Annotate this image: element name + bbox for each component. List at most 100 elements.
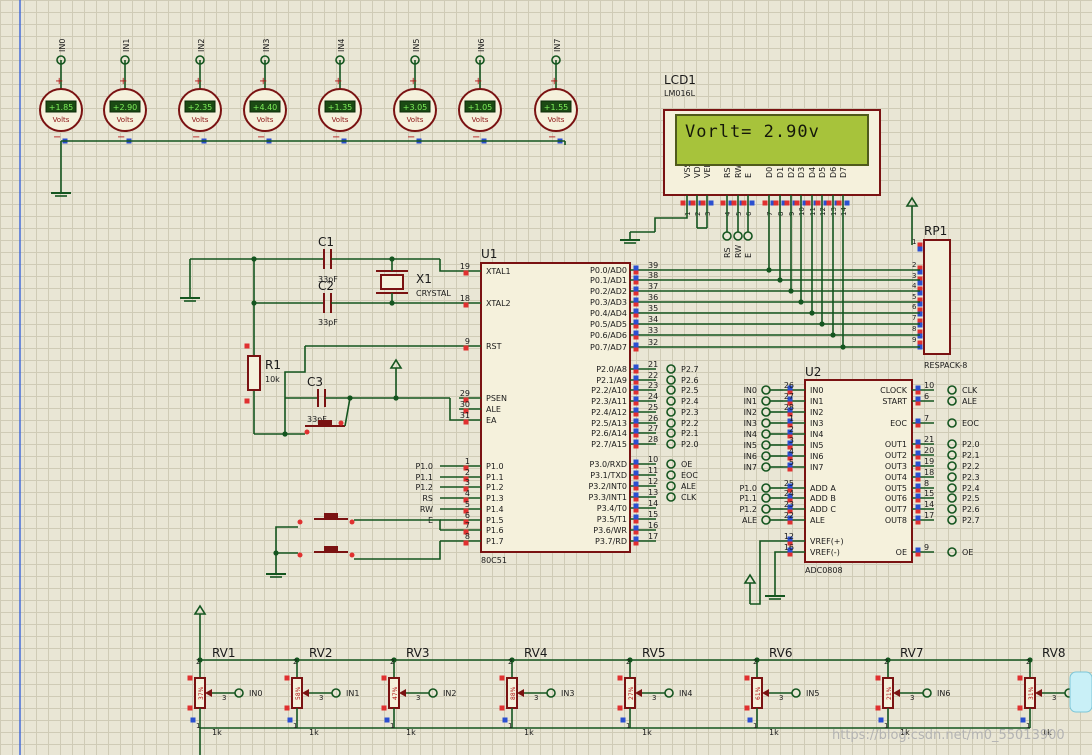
- lcd-ref: LCD1: [664, 73, 696, 87]
- u1-net-label: P1.1: [415, 473, 433, 482]
- ea-wire: [449, 398, 459, 421]
- net-terminal: [947, 396, 957, 406]
- u2-pin-name: OUT8: [885, 516, 907, 525]
- u2-pin-number: 10: [924, 381, 934, 390]
- u1-pin-number: 24: [648, 392, 658, 401]
- junction-dot: [766, 267, 772, 273]
- pot-pin-number: 2: [1026, 658, 1030, 666]
- u2-pin-name: VREF(+): [810, 537, 844, 546]
- u1-net-label: P2.4: [681, 397, 699, 406]
- pot-pin-number: 3: [416, 694, 420, 702]
- u2-pin-name: OUT3: [885, 462, 907, 471]
- u2-net-label: P2.6: [962, 505, 980, 514]
- pot-pin: [284, 705, 290, 711]
- pot-net-label: IN0: [249, 689, 262, 698]
- u1-pin-number: 26: [648, 414, 658, 423]
- voltmeter-label: IN2: [197, 39, 206, 52]
- net-terminal: [947, 418, 957, 428]
- u2-pin-name: IN2: [810, 408, 823, 417]
- u2-pin-number: 26: [784, 381, 794, 390]
- crystal-body: [380, 274, 404, 290]
- c3-ref: C3: [307, 375, 323, 389]
- voltmeter-unit: Volts: [407, 116, 424, 124]
- voltmeter-label: IN3: [262, 39, 271, 52]
- pot-pin: [1020, 717, 1026, 723]
- net-terminal: [666, 481, 676, 491]
- net-terminal: [666, 492, 676, 502]
- pot-percent: 37%: [198, 686, 205, 700]
- rp1-body: [923, 239, 951, 355]
- c2-value: 33pF: [318, 318, 338, 327]
- voltmeter-reading: +2.90: [113, 103, 138, 112]
- pot-pin-number: 3: [319, 694, 323, 702]
- pot-pin-number: 2: [390, 658, 394, 666]
- button1-cap: [324, 513, 338, 518]
- u1-pin-blue: [633, 418, 639, 424]
- plus-sign: +: [259, 76, 267, 87]
- net-terminal: [761, 462, 771, 472]
- u2-net-label: IN6: [744, 452, 757, 461]
- u2-pin-number: 6: [924, 392, 929, 401]
- voltmeter-reading: +4.40: [253, 103, 278, 112]
- net-terminal: [666, 364, 676, 374]
- u2-ref: U2: [805, 365, 821, 379]
- u2-net-label: P2.1: [962, 451, 980, 460]
- pot-pin-number: 2: [884, 658, 888, 666]
- lcd-pin-name: D6: [829, 167, 838, 178]
- pot-net-label: IN6: [937, 689, 950, 698]
- pot-terminal: [664, 688, 674, 698]
- u2-net-label: P2.5: [962, 494, 980, 503]
- u1-pin-blue: [633, 407, 639, 413]
- u1-net-label: P2.3: [681, 408, 699, 417]
- junction-dot: [777, 277, 783, 283]
- pot-pin: [381, 675, 387, 681]
- pot-wiper-arrow: [893, 689, 900, 697]
- rp1-pin-number: 1: [912, 238, 916, 246]
- lcd-pin-name: RW: [734, 165, 743, 178]
- lcd-pin-red: [826, 200, 832, 206]
- u1-pin-blue: [633, 536, 639, 542]
- u2-net-label: P1.0: [739, 484, 757, 493]
- pot-terminal: [922, 688, 932, 698]
- pot-pin: [617, 675, 623, 681]
- pot-pin: [499, 705, 505, 711]
- lcd-pin-red: [762, 200, 768, 206]
- pot-net-label: IN2: [443, 689, 456, 698]
- rp1-pin-number: 2: [912, 261, 916, 269]
- r1-body: [247, 355, 261, 391]
- voltmeter-unit: Volts: [192, 116, 209, 124]
- lcd-ctrl-label: RS: [723, 247, 732, 258]
- schematic-canvas[interactable]: IN01++1.85Volts−IN11++2.90Volts−IN21++2.…: [0, 0, 1092, 755]
- voltmeter-reading: +1.85: [49, 103, 74, 112]
- u1-pin-blue: [633, 396, 639, 402]
- u1-pin-name: P3.5/T1: [597, 515, 627, 524]
- voltmeter-unit: Volts: [548, 116, 565, 124]
- u1-pin-name: P3.2/INT0: [588, 482, 627, 491]
- net-terminal: [947, 439, 957, 449]
- pot-pin: [287, 717, 293, 723]
- u2-pin-name: OUT2: [885, 451, 907, 460]
- u1-pin-number: 17: [648, 532, 658, 541]
- lcd-ctrl-label: E: [744, 253, 753, 258]
- pot-pin-number: 3: [910, 694, 914, 702]
- lcd-pin-name: D0: [765, 167, 774, 178]
- u2-pin-number: 28: [784, 403, 794, 412]
- u1-pin-number: 16: [648, 521, 658, 530]
- u1-pin-name: P1.2: [486, 483, 504, 492]
- pot-net-label: IN3: [561, 689, 574, 698]
- lcd-pin-red: [794, 200, 800, 206]
- u1-pin-number: 9: [465, 337, 470, 346]
- lcd-pin-name: E: [744, 173, 753, 178]
- rp1-pin-number: 3: [912, 272, 916, 280]
- u2-net-label: P2.3: [962, 473, 980, 482]
- net-terminal: [947, 547, 957, 557]
- u2-pin-number: 3: [789, 436, 794, 445]
- pot-pin-number: 2: [508, 658, 512, 666]
- u1-pin-number: 14: [648, 499, 658, 508]
- voltmeter-unit: Volts: [472, 116, 489, 124]
- rp1-part: RESPACK-8: [924, 361, 967, 370]
- u2-pin-number: 19: [924, 457, 934, 466]
- u1-pin-name: P3.4/T0: [597, 504, 627, 513]
- u2-net-label: OE: [962, 548, 973, 557]
- u2-pin-name: IN0: [810, 386, 823, 395]
